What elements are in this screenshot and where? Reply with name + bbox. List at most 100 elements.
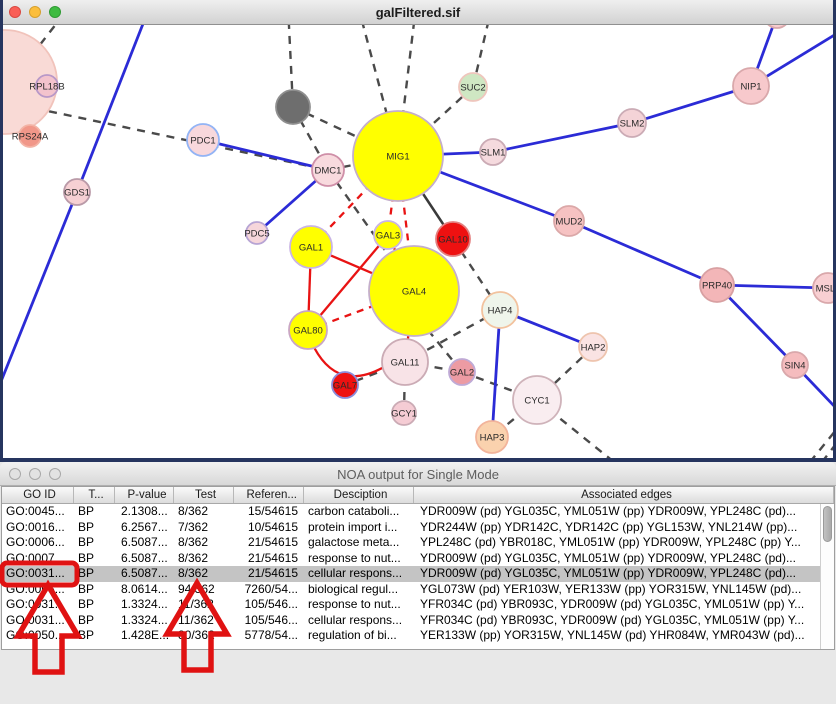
column-header[interactable]: Associated edges xyxy=(414,487,834,503)
graph-node[interactable] xyxy=(276,90,310,124)
table-cell: YFR034C (pd) YBR093C, YDR009W (pd) YGL03… xyxy=(414,613,834,629)
node-label: GAL10 xyxy=(438,235,468,246)
table-header: GO IDT...P-valueTestReferen...Desciption… xyxy=(2,487,834,504)
column-header[interactable]: Test xyxy=(174,487,234,503)
table-cell: 1.3324... xyxy=(115,597,174,613)
table-cell: 6.5087... xyxy=(115,535,174,551)
table-row[interactable]: GO:0065...BP8.0614...94/3627260/54...bio… xyxy=(2,582,834,598)
table-cell: 8/362 xyxy=(174,535,234,551)
table-cell: response to nut... xyxy=(304,597,414,613)
table-cell: GO:0031... xyxy=(2,597,74,613)
node-label: GDS1 xyxy=(64,188,90,199)
noa-titlebar[interactable]: NOA output for Single Mode xyxy=(0,462,836,486)
table-cell: GO:0065... xyxy=(2,582,74,598)
vertical-scrollbar[interactable] xyxy=(820,504,834,649)
table-cell: cellular respons... xyxy=(304,613,414,629)
graph-edge xyxy=(569,221,717,285)
node-label: MIG1 xyxy=(386,152,409,163)
table-cell: 6.2567... xyxy=(115,520,174,536)
table-cell: YPL248C (pd) YBR018C, YML051W (pp) YDR00… xyxy=(414,535,834,551)
table-cell: YER133W (pp) YOR315W, YNL145W (pd) YHR08… xyxy=(414,628,834,644)
table-cell: regulation of bi... xyxy=(304,628,414,644)
node-label: PDC1 xyxy=(190,136,215,147)
table-cell: 105/546... xyxy=(234,613,304,629)
graph-window: MIG1DMC1PDC1PDC5RPL18BRPS24AGDS1SUC2SLM1… xyxy=(0,0,836,462)
table-row[interactable]: GO:0031...BP1.3324...11/362105/546...res… xyxy=(2,597,834,613)
table-cell: YDR009W (pd) YGL035C, YML051W (pp) YDR00… xyxy=(414,566,834,582)
table-cell: response to nut... xyxy=(304,551,414,567)
results-table: GO IDT...P-valueTestReferen...Desciption… xyxy=(1,486,835,650)
table-cell: 15/54615 xyxy=(234,504,304,520)
table-cell: carbon cataboli... xyxy=(304,504,414,520)
table-cell: 8/362 xyxy=(174,566,234,582)
table-cell: BP xyxy=(74,597,115,613)
node-label: MSL1 xyxy=(816,284,836,295)
table-row[interactable]: GO:0031...BP1.3324...11/362105/546...cel… xyxy=(2,613,834,629)
table-cell: GO:0045... xyxy=(2,504,74,520)
table-cell: 10/54615 xyxy=(234,520,304,536)
table-cell: 21/54615 xyxy=(234,535,304,551)
graph-edge xyxy=(810,430,836,458)
table-cell: 1.428E... xyxy=(115,628,174,644)
table-cell: biological regul... xyxy=(304,582,414,598)
node-label: PRP40 xyxy=(702,281,732,292)
table-cell: 21/54615 xyxy=(234,566,304,582)
graph-edge xyxy=(203,140,328,170)
table-cell: 7/362 xyxy=(174,520,234,536)
graph-edge xyxy=(493,123,632,152)
node-label: MUD2 xyxy=(556,217,583,228)
table-cell: 1.3324... xyxy=(115,613,174,629)
node-label: DMC1 xyxy=(315,166,342,177)
table-cell: 8/362 xyxy=(174,504,234,520)
table-cell: YDR009W (pd) YGL035C, YML051W (pp) YDR00… xyxy=(414,504,834,520)
close-button[interactable] xyxy=(9,6,21,18)
table-cell: 105/546... xyxy=(234,597,304,613)
column-header[interactable]: Desciption xyxy=(304,487,414,503)
table-row[interactable]: GO:0006...BP6.5087...8/36221/54615galact… xyxy=(2,535,834,551)
table-row[interactable]: GO:0007...BP6.5087...8/36221/54615respon… xyxy=(2,551,834,567)
table-cell: 8/362 xyxy=(174,551,234,567)
table-cell: BP xyxy=(74,582,115,598)
table-row[interactable]: GO:0050...BP1.428E...80/3625778/54...reg… xyxy=(2,628,834,644)
table-cell: GO:0016... xyxy=(2,520,74,536)
node-label: GAL11 xyxy=(391,358,420,369)
graph-edge xyxy=(77,6,150,192)
node-label: GAL1 xyxy=(299,243,323,254)
graph-titlebar[interactable]: galFiltered.sif xyxy=(0,0,836,25)
table-cell: YDR009W (pd) YGL035C, YML051W (pp) YDR00… xyxy=(414,551,834,567)
table-row[interactable]: GO:0045...BP2.1308...8/36215/54615carbon… xyxy=(2,504,834,520)
node-label: SIN4 xyxy=(784,361,805,372)
node-label: HAP4 xyxy=(488,306,513,317)
column-header[interactable]: Referen... xyxy=(234,487,304,503)
table-cell: BP xyxy=(74,628,115,644)
table-cell: 8.0614... xyxy=(115,582,174,598)
column-header[interactable]: T... xyxy=(74,487,115,503)
table-cell: BP xyxy=(74,520,115,536)
minimize-button[interactable] xyxy=(29,6,41,18)
table-row[interactable]: GO:0031...BP6.5087...8/36221/54615cellul… xyxy=(2,566,834,582)
table-cell: 6.5087... xyxy=(115,551,174,567)
node-label: GAL80 xyxy=(293,326,323,337)
node-label: SUC2 xyxy=(460,83,485,94)
table-cell: GO:0006... xyxy=(2,535,74,551)
table-cell: BP xyxy=(74,535,115,551)
table-cell: BP xyxy=(74,551,115,567)
node-label: GAL3 xyxy=(376,231,400,242)
network-canvas[interactable]: MIG1DMC1PDC1PDC5RPL18BRPS24AGDS1SUC2SLM1… xyxy=(0,0,836,458)
node-label: SLM2 xyxy=(620,119,645,130)
column-header[interactable]: P-value xyxy=(115,487,174,503)
table-cell: 80/362 xyxy=(174,628,234,644)
table-cell: BP xyxy=(74,613,115,629)
zoom-button[interactable] xyxy=(49,6,61,18)
node-label: RPL18B xyxy=(29,82,64,93)
column-header[interactable]: GO ID xyxy=(2,487,74,503)
table-cell: 2.1308... xyxy=(115,504,174,520)
node-label: CYC1 xyxy=(524,396,549,407)
scrollbar-thumb[interactable] xyxy=(823,506,832,542)
table-cell: YGL073W (pd) YER103W, YER133W (pp) YOR31… xyxy=(414,582,834,598)
table-cell: 5778/54... xyxy=(234,628,304,644)
window-title: NOA output for Single Mode xyxy=(0,467,836,482)
table-cell: 6.5087... xyxy=(115,566,174,582)
table-row[interactable]: GO:0016...BP6.2567...7/36210/54615protei… xyxy=(2,520,834,536)
table-cell: 11/362 xyxy=(174,613,234,629)
